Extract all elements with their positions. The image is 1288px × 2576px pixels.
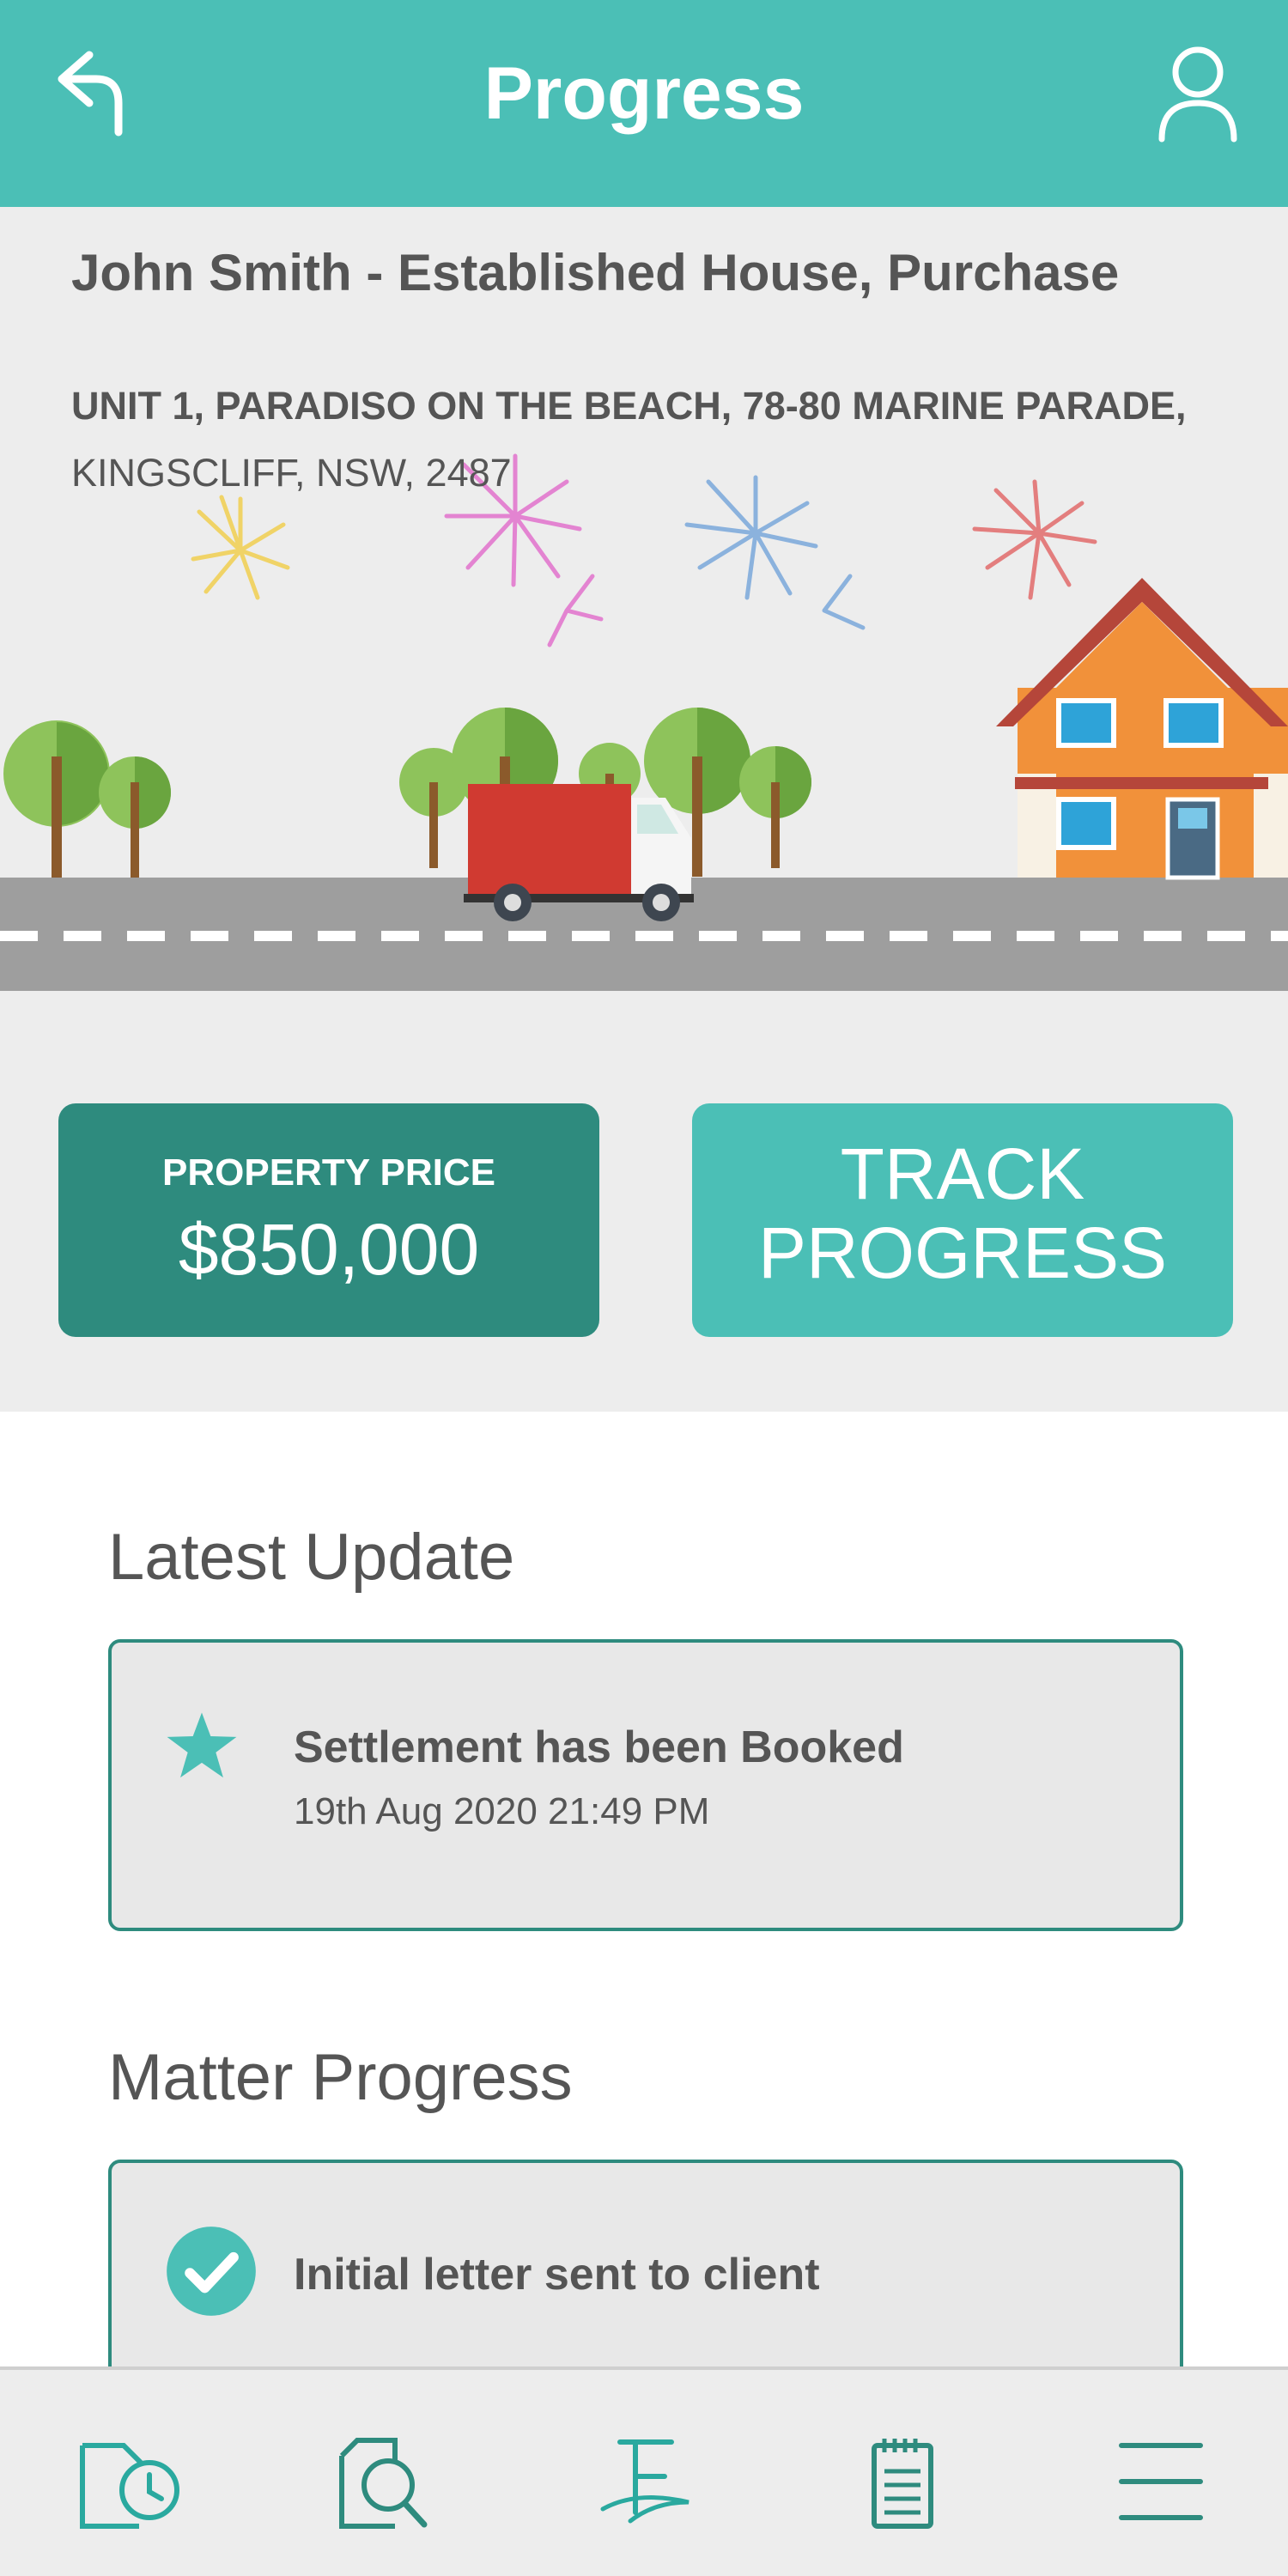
- finance-logo-icon[interactable]: [586, 2430, 706, 2533]
- property-price-box: PROPERTY PRICE $850,000: [58, 1103, 599, 1337]
- moving-truck: [464, 784, 694, 921]
- firework-blue: [684, 475, 866, 630]
- latest-update-card[interactable]: Settlement has been Booked 19th Aug 2020…: [108, 1639, 1183, 1931]
- clipboard-notes-icon[interactable]: [843, 2430, 963, 2533]
- house: [996, 578, 1288, 880]
- latest-update-heading: Latest Update: [108, 1521, 515, 1594]
- latest-update-timestamp: 19th Aug 2020 21:49 PM: [294, 1790, 710, 1832]
- track-progress-button[interactable]: TRACK PROGRESS: [692, 1103, 1233, 1337]
- matter-progress-heading: Matter Progress: [108, 2041, 573, 2114]
- property-price-label: PROPERTY PRICE: [162, 1151, 495, 1194]
- moving-scene-illustration: [0, 453, 1288, 991]
- user-profile-icon[interactable]: [1155, 45, 1241, 148]
- firework-yellow: [191, 495, 290, 600]
- page-title: Progress: [483, 52, 805, 135]
- firework-red: [972, 479, 1097, 600]
- track-progress-line2: PROGRESS: [757, 1212, 1168, 1293]
- bottom-navigation: [0, 2366, 1288, 2576]
- hero-section: John Smith - Established House, Purchase…: [0, 207, 1288, 1412]
- app-header: Progress: [0, 0, 1288, 207]
- menu-icon[interactable]: [1101, 2430, 1221, 2533]
- check-circle-icon: [165, 2225, 258, 2318]
- property-price-value: $850,000: [178, 1209, 480, 1290]
- document-search-icon[interactable]: [328, 2430, 448, 2533]
- property-address-line2: KINGSCLIFF, NSW, 2487: [71, 451, 512, 495]
- track-progress-line1: TRACK: [840, 1133, 1085, 1214]
- trees-left: [3, 720, 171, 878]
- latest-update-text: Settlement has been Booked: [294, 1722, 904, 1772]
- star-icon: [165, 1710, 239, 1783]
- matter-title: John Smith - Established House, Purchase: [71, 244, 1120, 301]
- document-clock-icon[interactable]: [70, 2430, 191, 2533]
- property-address-line1: UNIT 1, PARADISO ON THE BEACH, 78-80 MAR…: [71, 384, 1187, 428]
- matter-progress-item-text: Initial letter sent to client: [294, 2250, 820, 2300]
